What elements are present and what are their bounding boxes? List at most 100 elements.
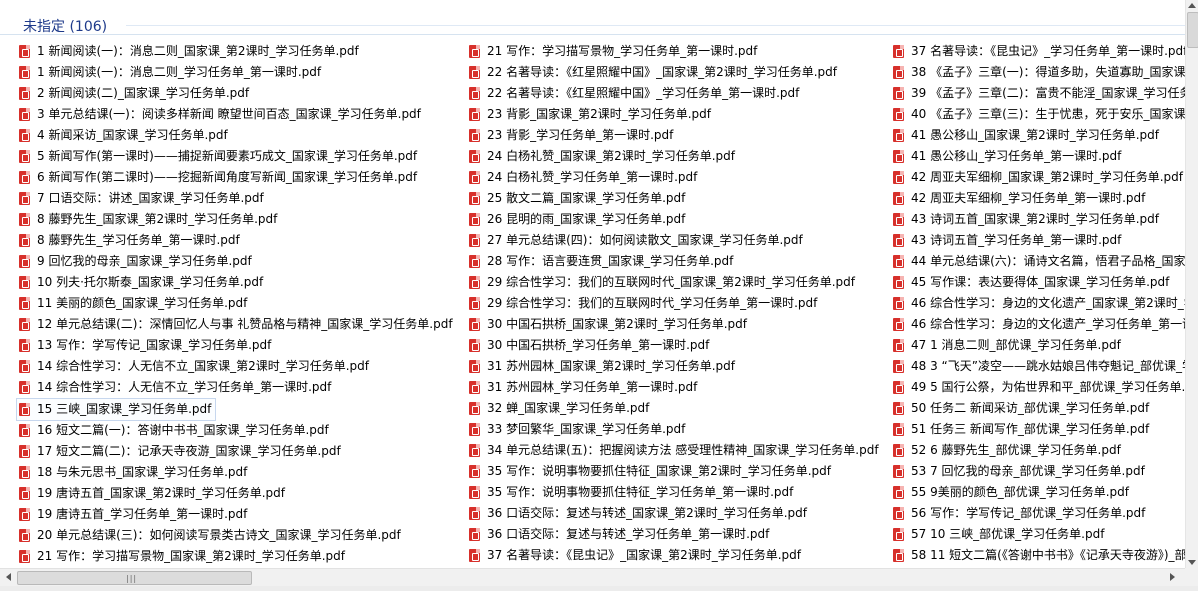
file-name: 39 《孟子》三章(二)：富贵不能淫_国家课_学习任务单 [911, 86, 1185, 100]
file-item[interactable]: 40 《孟子》三章(三)：生于忧患，死于安乐_国家课_学 [891, 104, 1185, 125]
file-item[interactable]: 31 苏州园林_学习任务单_第一课时.pdf [467, 377, 879, 398]
file-item[interactable]: 37 名著导读：《昆虫记》_国家课_第2课时_学习任务单.pdf [467, 545, 879, 566]
group-header[interactable]: 未指定 (106) [0, 10, 1185, 35]
horizontal-scrollbar[interactable]: ||| [0, 568, 1198, 587]
file-item[interactable]: 43 诗词五首_学习任务单_第一课时.pdf [891, 230, 1185, 251]
file-item[interactable]: 13 写作：学写传记_国家课_学习任务单.pdf [17, 335, 453, 356]
file-item[interactable]: 1 新闻阅读(一)：消息二则_国家课_第2课时_学习任务单.pdf [17, 41, 453, 62]
file-item[interactable]: 8 藤野先生_国家课_第2课时_学习任务单.pdf [17, 209, 453, 230]
file-item[interactable]: 52 6 藤野先生_部优课_学习任务单.pdf [891, 440, 1185, 461]
file-item[interactable]: 12 单元总结课(二)：深情回忆人与事 礼赞品格与精神_国家课_学习任务单.pd… [17, 314, 453, 335]
file-item[interactable]: 3 单元总结课(一)：阅读多样新闻 瞭望世间百态_国家课_学习任务单.pdf [17, 104, 453, 125]
file-item[interactable]: 24 白杨礼赞_国家课_第2课时_学习任务单.pdf [467, 146, 879, 167]
file-item[interactable]: 14 综合性学习：人无信不立_国家课_第2课时_学习任务单.pdf [17, 356, 453, 377]
file-item[interactable]: 30 中国石拱桥_学习任务单_第一课时.pdf [467, 335, 879, 356]
pdf-file-icon [893, 255, 904, 268]
file-name: 51 任务三 新闻写作_部优课_学习任务单.pdf [911, 422, 1150, 436]
file-item[interactable]: 41 愚公移山_国家课_第2课时_学习任务单.pdf [891, 125, 1185, 146]
file-item[interactable]: 1 新闻阅读(一)：消息二则_学习任务单_第一课时.pdf [17, 62, 453, 83]
file-item[interactable]: 26 昆明的雨_国家课_学习任务单.pdf [467, 209, 879, 230]
file-item[interactable]: 46 综合性学习：身边的文化遗产_学习任务单_第一课时 [891, 314, 1185, 335]
file-item[interactable]: 46 综合性学习：身边的文化遗产_国家课_第2课时_学习 [891, 293, 1185, 314]
file-item[interactable]: 36 口语交际：复述与转述_国家课_第2课时_学习任务单.pdf [467, 503, 879, 524]
pdf-file-icon [19, 276, 30, 289]
file-item[interactable]: 39 《孟子》三章(二)：富贵不能淫_国家课_学习任务单 [891, 83, 1185, 104]
scroll-left-arrow-icon[interactable] [6, 573, 11, 581]
file-item[interactable]: 43 诗词五首_国家课_第2课时_学习任务单.pdf [891, 209, 1185, 230]
file-item[interactable]: 21 写作：学习描写景物_学习任务单_第一课时.pdf [467, 41, 879, 62]
file-item[interactable]: 11 美丽的颜色_国家课_学习任务单.pdf [17, 293, 453, 314]
file-item[interactable]: 35 写作：说明事物要抓住特征_学习任务单_第一课时.pdf [467, 482, 879, 503]
file-item[interactable]: 8 藤野先生_学习任务单_第一课时.pdf [17, 230, 453, 251]
file-name: 55 9美丽的颜色_部优课_学习任务单.pdf [911, 485, 1129, 499]
file-item[interactable]: 22 名著导读：《红星照耀中国》_国家课_第2课时_学习任务单.pdf [467, 62, 879, 83]
file-item[interactable]: 44 单元总结课(六)：诵诗文名篇，悟君子品格_国家课_ [891, 251, 1185, 272]
file-item[interactable]: 18 与朱元思书_国家课_学习任务单.pdf [17, 462, 453, 483]
file-item[interactable]: 23 背影_国家课_第2课时_学习任务单.pdf [467, 104, 879, 125]
pdf-file-icon [19, 255, 30, 268]
scroll-down-arrow-icon[interactable] [1188, 560, 1196, 565]
file-item[interactable]: 36 口语交际：复述与转述_学习任务单_第一课时.pdf [467, 524, 879, 545]
file-item[interactable]: 19 唐诗五首_国家课_第2课时_学习任务单.pdf [17, 483, 453, 504]
file-item[interactable]: 6 新闻写作(第二课时)——挖掘新闻角度写新闻_国家课_学习任务单.pdf [17, 167, 453, 188]
file-item[interactable]: 14 综合性学习：人无信不立_学习任务单_第一课时.pdf [17, 377, 453, 398]
file-item[interactable]: 29 综合性学习：我们的互联网时代_学习任务单_第一课时.pdf [467, 293, 879, 314]
file-name: 5 新闻写作(第一课时)——捕捉新闻要素巧成文_国家课_学习任务单.pdf [37, 149, 418, 163]
vertical-scrollbar[interactable] [1185, 0, 1198, 568]
file-item[interactable]: 34 单元总结课(五)：把握阅读方法 感受理性精神_国家课_学习任务单.pdf [467, 440, 879, 461]
file-item[interactable]: 28 写作：语言要连贯_国家课_学习任务单.pdf [467, 251, 879, 272]
file-item[interactable]: 42 周亚夫军细柳_国家课_第2课时_学习任务单.pdf [891, 167, 1185, 188]
file-item[interactable]: 23 背影_学习任务单_第一课时.pdf [467, 125, 879, 146]
pdf-file-icon [469, 339, 480, 352]
file-item[interactable]: 53 7 回忆我的母亲_部优课_学习任务单.pdf [891, 461, 1185, 482]
horizontal-scroll-thumb[interactable]: ||| [17, 571, 252, 585]
pdf-file-icon [893, 276, 904, 289]
file-name: 47 1 消息二则_部优课_学习任务单.pdf [911, 338, 1121, 352]
file-item[interactable]: 55 9美丽的颜色_部优课_学习任务单.pdf [891, 482, 1185, 503]
file-item[interactable]: 27 单元总结课(四)：如何阅读散文_国家课_学习任务单.pdf [467, 230, 879, 251]
file-item[interactable]: 4 新闻采访_国家课_学习任务单.pdf [17, 125, 453, 146]
file-item[interactable]: 9 回忆我的母亲_国家课_学习任务单.pdf [17, 251, 453, 272]
file-item[interactable]: 31 苏州园林_国家课_第2课时_学习任务单.pdf [467, 356, 879, 377]
file-item[interactable]: 58 11 短文二篇(《答谢中书书》《记承天寺夜游》)_部 [891, 545, 1185, 566]
file-item[interactable]: 38 《孟子》三章(一)：得道多助，失道寡助_国家课_学 [891, 62, 1185, 83]
scroll-up-arrow-icon[interactable] [1188, 3, 1196, 8]
file-item[interactable]: 20 单元总结课(三)：如何阅读写景类古诗文_国家课_学习任务单.pdf [17, 525, 453, 546]
file-item[interactable]: 15 三峡_国家课_学习任务单.pdf [15, 398, 217, 421]
vertical-scroll-thumb[interactable] [1187, 12, 1198, 48]
file-item[interactable]: 37 名著导读：《昆虫记》_学习任务单_第一课时.pdf [891, 41, 1185, 62]
file-item[interactable]: 17 短文二篇(二)：记承天寺夜游_国家课_学习任务单.pdf [17, 441, 453, 462]
scroll-right-arrow-icon[interactable] [1170, 573, 1175, 581]
file-item[interactable]: 45 写作课：表达要得体_国家课_学习任务单.pdf [891, 272, 1185, 293]
file-item[interactable]: 51 任务三 新闻写作_部优课_学习任务单.pdf [891, 419, 1185, 440]
file-item[interactable]: 47 1 消息二则_部优课_学习任务单.pdf [891, 335, 1185, 356]
file-item[interactable]: 2 新闻阅读(二)_国家课_学习任务单.pdf [17, 83, 453, 104]
pdf-file-icon [893, 87, 904, 100]
file-item[interactable]: 24 白杨礼赞_学习任务单_第一课时.pdf [467, 167, 879, 188]
file-item[interactable]: 22 名著导读：《红星照耀中国》_学习任务单_第一课时.pdf [467, 83, 879, 104]
file-item[interactable]: 30 中国石拱桥_国家课_第2课时_学习任务单.pdf [467, 314, 879, 335]
file-item[interactable]: 35 写作：说明事物要抓住特征_国家课_第2课时_学习任务单.pdf [467, 461, 879, 482]
file-item[interactable]: 49 5 国行公祭，为佑世界和平_部优课_学习任务单.pdf [891, 377, 1185, 398]
group-title[interactable]: 未指定 (106) [23, 16, 107, 36]
file-name: 19 唐诗五首_国家课_第2课时_学习任务单.pdf [37, 486, 285, 500]
file-item[interactable]: 29 综合性学习：我们的互联网时代_国家课_第2课时_学习任务单.pdf [467, 272, 879, 293]
file-item[interactable]: 33 梦回繁华_国家课_学习任务单.pdf [467, 419, 879, 440]
file-item[interactable]: 16 短文二篇(一)：答谢中书书_国家课_学习任务单.pdf [17, 420, 453, 441]
file-item[interactable]: 56 写作：学写传记_部优课_学习任务单.pdf [891, 503, 1185, 524]
file-item[interactable]: 19 唐诗五首_学习任务单_第一课时.pdf [17, 504, 453, 525]
file-item[interactable]: 57 10 三峡_部优课_学习任务单.pdf [891, 524, 1185, 545]
file-item[interactable]: 10 列夫·托尔斯泰_国家课_学习任务单.pdf [17, 272, 453, 293]
file-item[interactable]: 50 任务二 新闻采访_部优课_学习任务单.pdf [891, 398, 1185, 419]
file-item[interactable]: 25 散文二篇_国家课_学习任务单.pdf [467, 188, 879, 209]
file-item[interactable]: 7 口语交际：讲述_国家课_学习任务单.pdf [17, 188, 453, 209]
file-item[interactable]: 32 蝉_国家课_学习任务单.pdf [467, 398, 879, 419]
pdf-file-icon [19, 360, 30, 373]
file-item[interactable]: 48 3 “飞天”凌空——跳水姑娘吕伟夺魁记_部优课_学 [891, 356, 1185, 377]
file-item[interactable]: 5 新闻写作(第一课时)——捕捉新闻要素巧成文_国家课_学习任务单.pdf [17, 146, 453, 167]
pdf-file-icon [19, 381, 30, 394]
file-item[interactable]: 42 周亚夫军细柳_学习任务单_第一课时.pdf [891, 188, 1185, 209]
file-item[interactable]: 21 写作：学习描写景物_国家课_第2课时_学习任务单.pdf [17, 546, 453, 567]
file-item[interactable]: 41 愚公移山_学习任务单_第一课时.pdf [891, 146, 1185, 167]
pdf-file-icon [19, 466, 30, 479]
